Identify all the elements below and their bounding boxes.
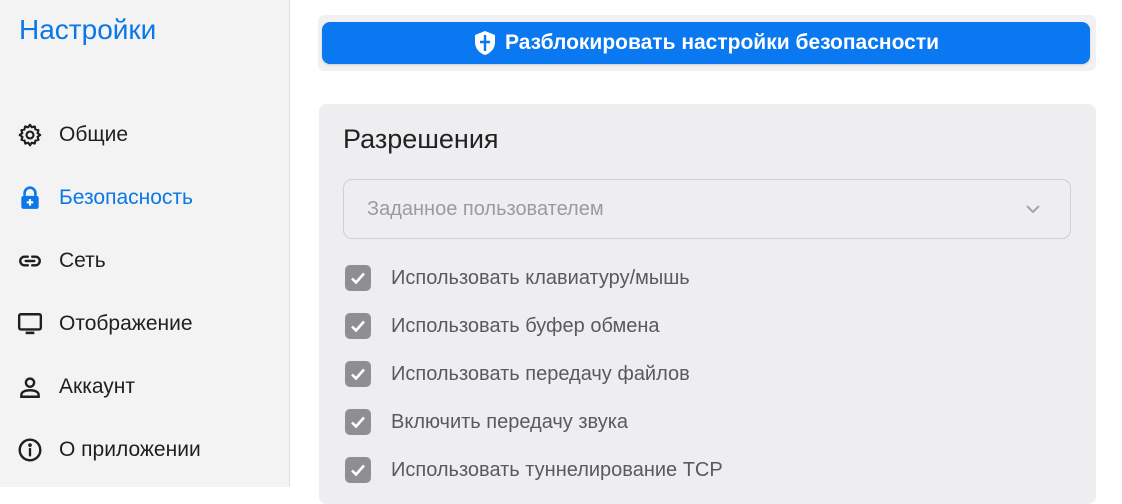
permission-label: Использовать клавиатуру/мышь xyxy=(391,266,690,289)
link-icon xyxy=(17,248,43,274)
sidebar-item-label: Аккаунт xyxy=(59,375,136,398)
sidebar-item-network[interactable]: Сеть xyxy=(0,236,289,286)
sidebar-item-label: О приложении xyxy=(59,438,201,461)
permissions-mode-select[interactable]: Заданное пользователем xyxy=(343,179,1071,239)
permission-label: Использовать передачу файлов xyxy=(391,362,690,385)
permission-clipboard[interactable]: Использовать буфер обмена xyxy=(345,311,660,341)
checkbox[interactable] xyxy=(345,409,371,435)
permission-keyboard-mouse[interactable]: Использовать клавиатуру/мышь xyxy=(345,263,690,293)
permissions-mode-value: Заданное пользователем xyxy=(367,197,604,220)
sidebar-item-general[interactable]: Общие xyxy=(0,110,289,160)
sidebar-item-security[interactable]: Безопасность xyxy=(0,173,289,223)
permission-audio[interactable]: Включить передачу звука xyxy=(345,407,628,437)
sidebar-item-label: Сеть xyxy=(59,249,106,272)
checkbox[interactable] xyxy=(345,457,371,483)
permission-label: Включить передачу звука xyxy=(391,410,629,433)
person-icon xyxy=(17,374,43,400)
unlock-security-button[interactable]: Разблокировать настройки безопасности xyxy=(322,22,1090,64)
permissions-title: Разрешения xyxy=(343,124,499,154)
permission-label: Использовать буфер обмена xyxy=(391,314,660,337)
checkbox[interactable] xyxy=(345,265,371,291)
info-icon xyxy=(17,437,43,463)
permission-label: Использовать туннелирование TCP xyxy=(391,458,723,481)
sidebar-item-about[interactable]: О приложении xyxy=(0,425,289,475)
sidebar: Настройки Общие Безопасность Сеть Отобра… xyxy=(0,0,290,487)
permission-file-transfer[interactable]: Использовать передачу файлов xyxy=(345,359,690,389)
lock-icon xyxy=(17,185,43,211)
checkbox[interactable] xyxy=(345,361,371,387)
sidebar-item-label: Отображение xyxy=(59,312,193,335)
sidebar-item-label: Общие xyxy=(59,123,129,146)
sidebar-item-label: Безопасность xyxy=(59,186,193,209)
unlock-security-label: Разблокировать настройки безопасности xyxy=(504,31,940,54)
shield-icon xyxy=(473,30,497,56)
main-content: Разблокировать настройки безопасности Ра… xyxy=(290,0,1122,504)
permission-tcp-tunneling[interactable]: Использовать туннелирование TCP xyxy=(345,455,723,485)
gear-icon xyxy=(17,122,43,148)
chevron-down-icon xyxy=(1024,200,1042,223)
monitor-icon xyxy=(17,311,43,337)
app-title: Настройки xyxy=(19,14,157,45)
sidebar-item-display[interactable]: Отображение xyxy=(0,299,289,349)
permissions-card: Разрешения Заданное пользователем Исполь… xyxy=(319,104,1096,504)
checkbox[interactable] xyxy=(345,313,371,339)
unlock-panel: Разблокировать настройки безопасности xyxy=(318,15,1096,71)
sidebar-item-account[interactable]: Аккаунт xyxy=(0,362,289,412)
